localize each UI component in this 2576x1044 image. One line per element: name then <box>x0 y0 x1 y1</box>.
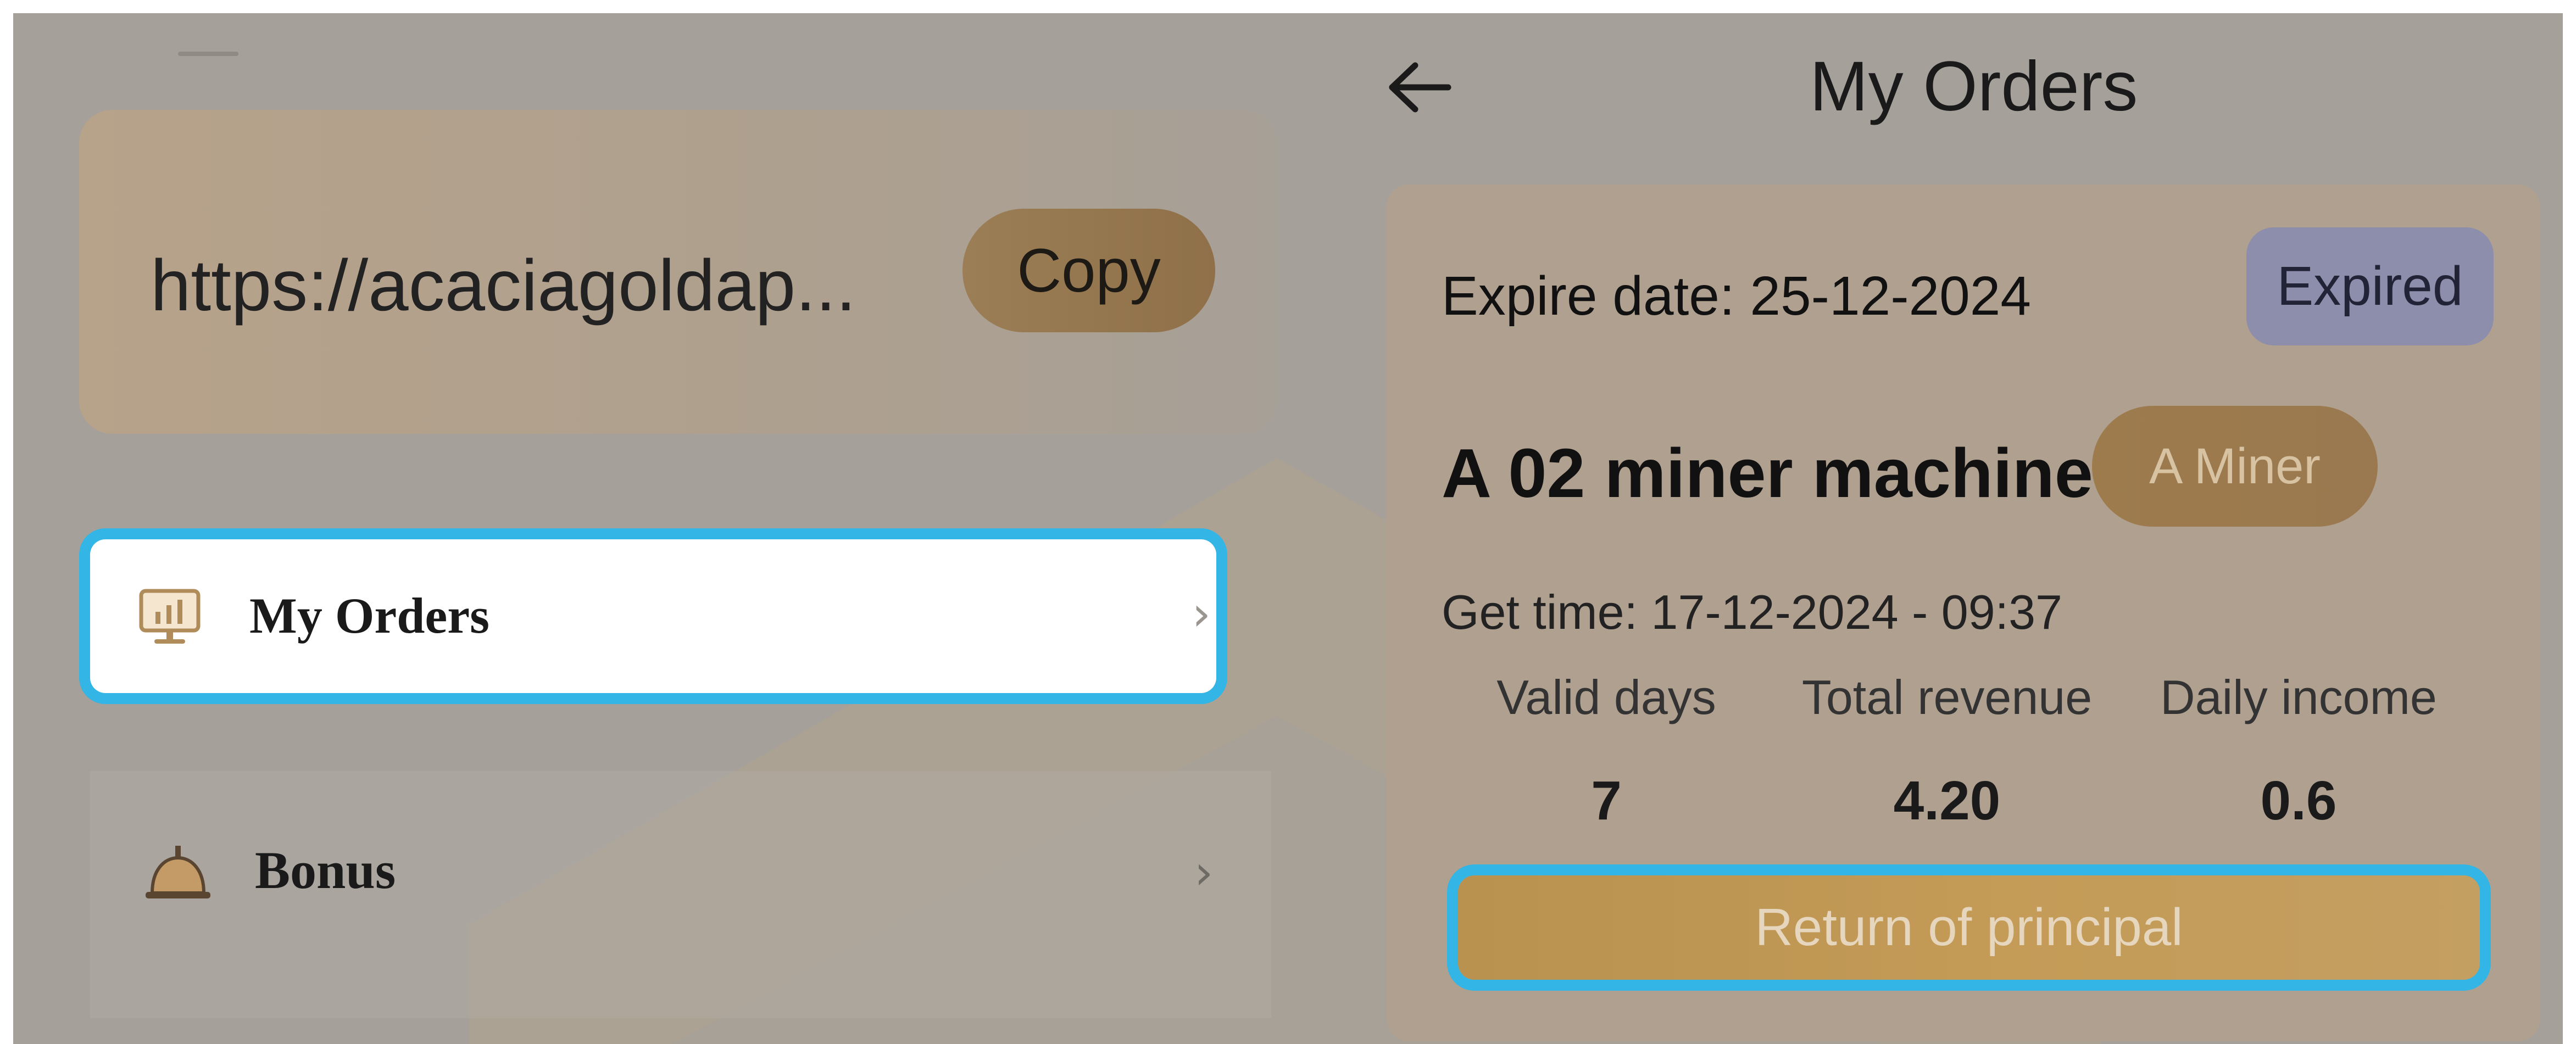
copy-button[interactable]: Copy <box>962 209 1215 332</box>
drag-handle <box>178 52 238 56</box>
menu-item-label: My Orders <box>249 588 489 644</box>
page-title: My Orders <box>1810 47 2138 126</box>
chevron-right-icon: › <box>1194 845 1214 900</box>
menu-item-bonus[interactable]: Bonus › <box>90 771 1271 1018</box>
status-badge: Expired <box>2246 227 2494 345</box>
stat-daily-income: Daily income 0.6 <box>2145 669 2452 833</box>
product-name: A 02 miner machine <box>1442 434 2093 512</box>
back-arrow-icon[interactable] <box>1387 60 1453 117</box>
stat-total-revenue: Total revenue 4.20 <box>1793 669 2101 833</box>
stat-valid-days: Valid days 7 <box>1453 669 1760 833</box>
expire-date: Expire date: 25-12-2024 <box>1442 265 2031 327</box>
invite-link-text: https://acaciagoldap... <box>151 245 856 326</box>
chart-monitor-icon <box>137 587 203 649</box>
chevron-right-icon: › <box>1192 587 1211 641</box>
menu-item-label: Bonus <box>255 841 396 900</box>
get-time: Get time: 17-12-2024 - 09:37 <box>1442 585 2062 639</box>
stat-label: Valid days <box>1496 670 1716 724</box>
stat-value: 7 <box>1591 770 1622 831</box>
bell-icon <box>142 842 214 905</box>
stat-value: 0.6 <box>2260 770 2337 831</box>
return-of-principal-button[interactable]: Return of principal <box>1458 875 2480 980</box>
product-type-badge: A Miner <box>2092 406 2378 527</box>
account-panel: https://acaciagoldap... Copy My Orders › <box>13 13 1288 1044</box>
stat-label: Total revenue <box>1801 670 2093 724</box>
stat-label: Daily income <box>2160 670 2437 724</box>
stat-value: 4.20 <box>1893 770 2001 831</box>
screenshot-frame: https://acaciagoldap... Copy My Orders › <box>13 13 2563 1044</box>
menu-item-my-orders[interactable]: My Orders › <box>90 539 1216 693</box>
